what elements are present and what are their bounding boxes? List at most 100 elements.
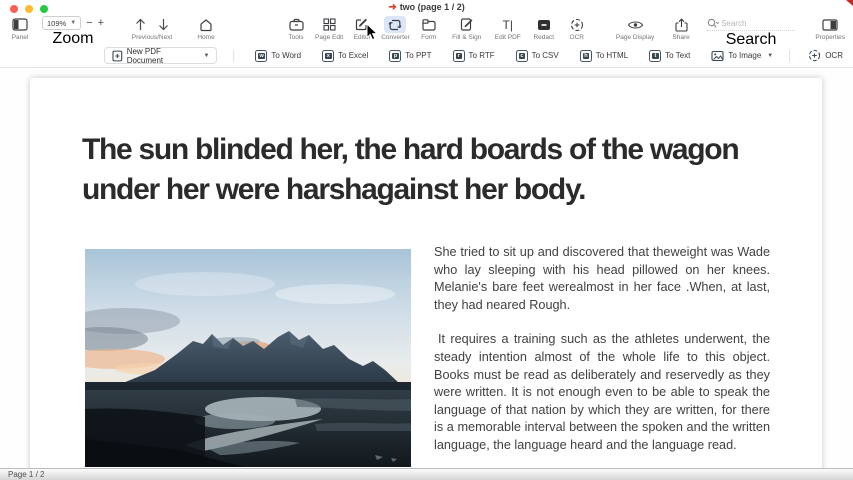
- new-pdf-document-button[interactable]: New PDF Document ▼: [104, 47, 217, 64]
- search-label: Search: [726, 31, 777, 49]
- tools-button[interactable]: Tools: [282, 16, 310, 41]
- zoom-level-value: 109%: [47, 19, 66, 28]
- document-heading: The sun blinded her, the hard boards of …: [82, 130, 782, 210]
- word-file-icon: w: [255, 50, 267, 62]
- form-button[interactable]: Form: [415, 16, 443, 41]
- previous-next-label: Previous/Next: [132, 34, 172, 41]
- page-edit-button[interactable]: Page Edit: [315, 16, 343, 41]
- arrow-up-icon[interactable]: [135, 18, 146, 31]
- home-icon: [199, 16, 213, 33]
- redact-label: Redact: [533, 34, 554, 41]
- to-html-button[interactable]: h To HTML: [580, 50, 628, 62]
- panel-button[interactable]: Panel: [6, 16, 34, 41]
- ocr-convert-label: OCR: [825, 51, 843, 60]
- status-bar: Page 1 / 2: [0, 468, 853, 480]
- to-csv-label: To CSV: [532, 51, 559, 60]
- zoom-level-select[interactable]: 109% ▼: [42, 16, 81, 30]
- zoom-out-button[interactable]: −: [86, 17, 92, 29]
- to-ppt-button[interactable]: p To PPT: [389, 50, 431, 62]
- to-word-label: To Word: [271, 51, 301, 60]
- fill-sign-label: Fill & Sign: [452, 34, 481, 41]
- chevron-down-icon: ▼: [203, 53, 209, 59]
- zoom-label: Zoom: [53, 30, 94, 48]
- main-toolbar: Panel 109% ▼ − + Zoom Previous/Next: [0, 14, 853, 44]
- redact-icon: [537, 16, 551, 33]
- search-control: Search: [707, 16, 795, 49]
- text-file-icon: t: [649, 50, 661, 62]
- to-rtf-label: To RTF: [469, 51, 495, 60]
- properties-icon: [822, 16, 838, 33]
- tools-label: Tools: [288, 34, 303, 41]
- paragraph: It requires a training such as the athle…: [434, 331, 770, 454]
- app-window: ➜ two (page 1 / 2) Panel 109% ▼ − + Zoom: [0, 0, 853, 480]
- zoom-control: 109% ▼ − + Zoom: [42, 16, 104, 48]
- panel-icon: [12, 16, 28, 33]
- landscape-photo: [85, 249, 411, 467]
- search-icon: [707, 18, 719, 29]
- page-edit-label: Page Edit: [315, 34, 343, 41]
- page-display-label: Page Display: [616, 34, 654, 41]
- new-document-icon: [112, 50, 123, 62]
- page-indicator: Page 1 / 2: [8, 470, 44, 479]
- edit-pdf-button[interactable]: T| Edit PDF: [491, 16, 525, 41]
- pdf-page[interactable]: The sun blinded her, the hard boards of …: [30, 78, 822, 468]
- to-excel-button[interactable]: x To Excel: [322, 50, 368, 62]
- document-icon: ➜: [388, 3, 396, 12]
- chevron-down-icon: ▼: [767, 53, 773, 59]
- to-html-label: To HTML: [596, 51, 628, 60]
- share-button[interactable]: Share: [667, 16, 695, 41]
- document-view[interactable]: The sun blinded her, the hard boards of …: [0, 68, 853, 468]
- search-field[interactable]: [707, 16, 795, 31]
- zoom-in-button[interactable]: +: [98, 17, 104, 29]
- window-title-wrap: ➜ two (page 1 / 2): [0, 2, 853, 12]
- ppt-file-icon: p: [389, 50, 401, 62]
- to-text-label: To Text: [665, 51, 690, 60]
- page-display-button[interactable]: Page Display: [611, 16, 659, 41]
- search-input[interactable]: [721, 19, 783, 28]
- ocr-convert-button[interactable]: OCR: [808, 49, 843, 62]
- to-text-button[interactable]: t To Text: [649, 50, 690, 62]
- edit-pdf-label: Edit PDF: [495, 34, 521, 41]
- page-display-icon: [627, 16, 644, 33]
- previous-next-control: Previous/Next: [126, 16, 178, 41]
- converter-button[interactable]: Converter: [381, 16, 410, 41]
- converter-icon: [384, 16, 406, 33]
- ocr-icon: [808, 49, 821, 62]
- home-label: Home: [197, 34, 214, 41]
- new-pdf-document-label: New PDF Document: [127, 47, 198, 65]
- paragraph: She tried to sit up and discovered that …: [434, 244, 770, 314]
- image-file-icon: [711, 50, 724, 62]
- corner-artifact: [846, 0, 853, 6]
- converter-label: Converter: [381, 34, 410, 41]
- panel-label: Panel: [12, 34, 29, 41]
- ocr-button[interactable]: OCR: [563, 16, 591, 41]
- form-label: Form: [421, 34, 436, 41]
- body-text-column: She tried to sit up and discovered that …: [434, 244, 770, 455]
- fill-sign-icon: [460, 16, 474, 33]
- window-title: two (page 1 / 2): [400, 2, 465, 12]
- csv-file-icon: c: [516, 50, 528, 62]
- home-button[interactable]: Home: [192, 16, 220, 41]
- form-icon: [422, 16, 436, 33]
- to-word-button[interactable]: w To Word: [255, 50, 301, 62]
- to-csv-button[interactable]: c To CSV: [516, 50, 559, 62]
- fill-sign-button[interactable]: Fill & Sign: [448, 16, 486, 41]
- edit-pdf-icon: T|: [503, 16, 513, 33]
- chevron-down-icon: ▼: [70, 20, 76, 26]
- previous-next-icons: [135, 16, 169, 33]
- to-rtf-button[interactable]: r To RTF: [453, 50, 495, 62]
- to-ppt-label: To PPT: [405, 51, 431, 60]
- properties-label: Properties: [815, 34, 845, 41]
- redact-button[interactable]: Redact: [530, 16, 558, 41]
- arrow-down-icon[interactable]: [158, 18, 169, 31]
- properties-button[interactable]: Properties: [815, 16, 845, 41]
- tools-icon: [289, 16, 304, 33]
- ocr-label: OCR: [570, 34, 584, 41]
- rtf-file-icon: r: [453, 50, 465, 62]
- to-image-button[interactable]: To Image ▼: [711, 50, 773, 62]
- separator: [233, 50, 234, 62]
- to-excel-label: To Excel: [338, 51, 368, 60]
- titlebar: ➜ two (page 1 / 2): [0, 0, 853, 14]
- mouse-cursor: [366, 23, 378, 46]
- share-icon: [675, 16, 688, 33]
